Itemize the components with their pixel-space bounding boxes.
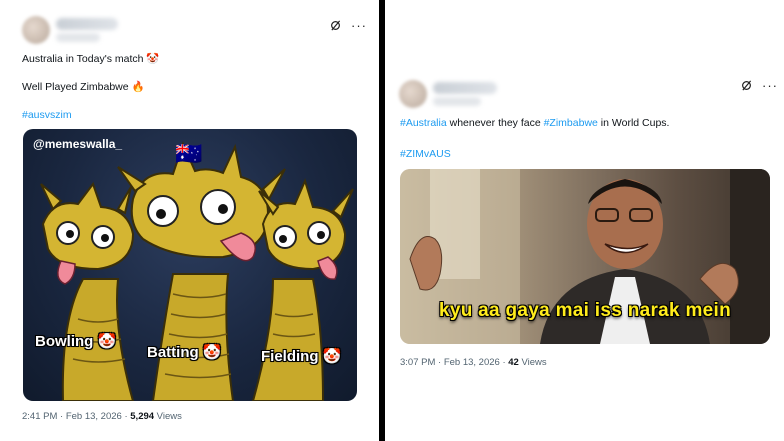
left-views-count: 5,294	[130, 411, 155, 422]
left-tweet-card: ··· Australia in Today's match 🤡 Well Pl…	[0, 0, 379, 441]
left-tweet-meta: 2:41 PM · Feb 13, 2026 · 5,294 Views	[22, 411, 182, 422]
hashtag-zimbabwe-link[interactable]: #Zimbabwe	[544, 117, 598, 129]
right-display-name[interactable]	[433, 82, 497, 94]
left-avatar[interactable]	[22, 16, 50, 44]
meme-subtitle: kyu aa gaya mai iss narak mein	[438, 300, 732, 321]
grok-icon[interactable]	[741, 80, 752, 91]
right-tweet-card: ··· #Australia whenever they face #Zimba…	[385, 0, 784, 441]
meme-label-bowling: Bowling 🤡	[35, 333, 117, 350]
right-text-end: in World Cups.	[597, 117, 670, 129]
australia-flag: 🇦🇺	[175, 141, 203, 166]
left-hashtag-link[interactable]: #ausvszim	[22, 108, 72, 122]
right-meme-image[interactable]: kyu aa gaya mai iss narak mein	[400, 169, 770, 344]
left-display-name[interactable]	[56, 18, 118, 30]
more-options-icon[interactable]: ···	[762, 79, 778, 92]
grok-icon[interactable]	[330, 20, 341, 31]
right-text-mid: whenever they face	[446, 117, 544, 129]
left-meme-image[interactable]: @memeswalla_ 🇦🇺 Bowling 🤡 Batting 🤡 Fiel…	[23, 129, 357, 401]
right-views-label: Views	[518, 357, 547, 368]
left-views-label: Views	[154, 411, 182, 422]
left-tweet-line1: Australia in Today's match 🤡	[22, 53, 160, 65]
right-handle[interactable]	[433, 97, 481, 106]
left-handle[interactable]	[56, 33, 100, 42]
hashtag-australia-link[interactable]: #Australia	[400, 117, 447, 129]
more-options-icon[interactable]: ···	[351, 19, 367, 32]
right-tweet-text: #Australia whenever they face #Zimbabwe …	[400, 116, 669, 130]
left-tweet-line2: Well Played Zimbabwe 🔥	[22, 81, 145, 93]
left-timestamp[interactable]: 2:41 PM · Feb 13, 2026 ·	[22, 411, 130, 422]
right-avatar[interactable]	[399, 80, 427, 108]
right-timestamp[interactable]: 3:07 PM · Feb 13, 2026 ·	[400, 357, 508, 368]
right-views-count: 42	[508, 357, 519, 368]
meme-label-fielding: Fielding 🤡	[261, 348, 342, 365]
hashtag-zimvaus-link[interactable]: #ZIMvAUS	[400, 147, 451, 161]
meme-label-batting: Batting 🤡	[147, 344, 222, 361]
right-tweet-meta: 3:07 PM · Feb 13, 2026 · 42 Views	[400, 357, 547, 368]
